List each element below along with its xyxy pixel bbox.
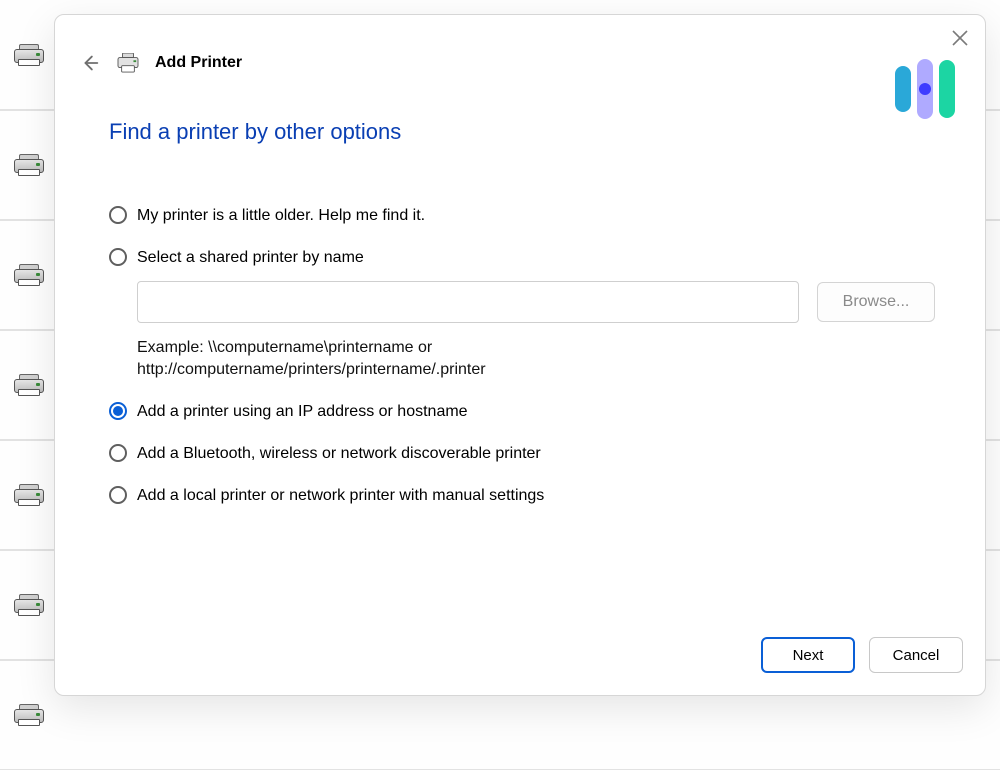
dialog-header: Add Printer (55, 15, 985, 89)
radio-ip[interactable] (109, 402, 127, 420)
options-group: My printer is a little older. Help me fi… (109, 205, 931, 507)
radio-older[interactable] (109, 206, 127, 224)
radio-bluetooth[interactable] (109, 444, 127, 462)
option-label: Select a shared printer by name (137, 247, 364, 269)
shared-printer-input[interactable] (137, 281, 799, 323)
radio-local[interactable] (109, 486, 127, 504)
option-local-manual[interactable]: Add a local printer or network printer w… (109, 485, 931, 507)
cancel-button[interactable]: Cancel (869, 637, 963, 673)
option-label: My printer is a little older. Help me fi… (137, 205, 425, 227)
printer-icon (14, 594, 42, 616)
option-label: Add a Bluetooth, wireless or network dis… (137, 443, 541, 465)
brand-logo-icon (895, 59, 955, 119)
printer-icon (14, 154, 42, 176)
option-shared-printer[interactable]: Select a shared printer by name Browse..… (109, 247, 931, 381)
dialog-footer: Next Cancel (55, 637, 985, 695)
printer-icon (117, 53, 139, 73)
add-printer-dialog: Add Printer Find a printer by other opti… (54, 14, 986, 696)
printer-icon (14, 264, 42, 286)
radio-shared[interactable] (109, 248, 127, 266)
option-older-printer[interactable]: My printer is a little older. Help me fi… (109, 205, 931, 227)
printer-icon (14, 374, 42, 396)
next-button[interactable]: Next (761, 637, 855, 673)
back-arrow-icon[interactable] (79, 52, 101, 74)
option-bluetooth[interactable]: Add a Bluetooth, wireless or network dis… (109, 443, 931, 465)
option-label: Add a printer using an IP address or hos… (137, 401, 468, 423)
printer-icon (14, 484, 42, 506)
printer-icon (14, 44, 42, 66)
page-heading: Find a printer by other options (109, 119, 931, 145)
example-text: Example: \\computername\printername or h… (137, 337, 777, 381)
printer-icon (14, 704, 42, 726)
dialog-body: Find a printer by other options My print… (55, 89, 985, 637)
dialog-title: Add Printer (155, 54, 242, 72)
close-icon[interactable] (949, 27, 971, 49)
option-ip-hostname[interactable]: Add a printer using an IP address or hos… (109, 401, 931, 423)
browse-button[interactable]: Browse... (817, 282, 935, 322)
option-label: Add a local printer or network printer w… (137, 485, 544, 507)
